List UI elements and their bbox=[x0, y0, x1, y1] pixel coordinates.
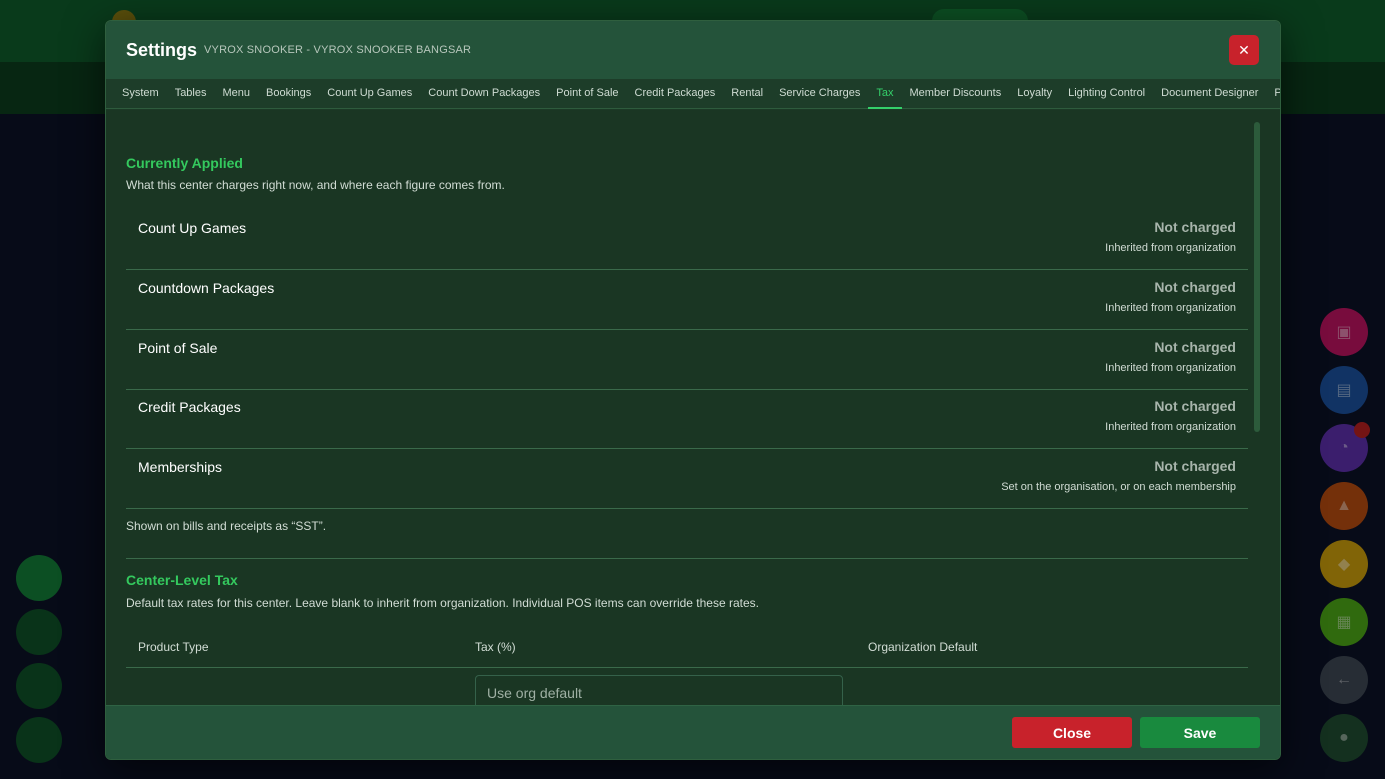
applied-row-value: Not charged bbox=[1154, 398, 1236, 414]
sst-note: Shown on bills and receipts as “SST”. bbox=[126, 519, 327, 533]
applied-row-label: Point of Sale bbox=[138, 340, 218, 356]
tab-point-of-sale[interactable]: Point of Sale bbox=[548, 79, 626, 109]
tab-system[interactable]: System bbox=[114, 79, 167, 109]
applied-row: Countdown Packages Not charged Inherited f… bbox=[126, 269, 1248, 330]
tab-lighting-control[interactable]: Lighting Control bbox=[1060, 79, 1153, 109]
tab-rental[interactable]: Rental bbox=[723, 79, 771, 109]
close-button[interactable]: Close bbox=[1012, 717, 1132, 748]
scrollbar-thumb[interactable] bbox=[1254, 122, 1260, 432]
applied-row-value: Not charged bbox=[1154, 339, 1236, 355]
tab-bookings[interactable]: Bookings bbox=[258, 79, 319, 109]
tab-document-designer[interactable]: Document Designer bbox=[1153, 79, 1266, 109]
applied-row: Memberships Not charged Set on the organis… bbox=[126, 448, 1248, 509]
applied-row: Credit Packages Not charged Inherited from… bbox=[126, 388, 1248, 449]
tab-count-up-games[interactable]: Count Up Games bbox=[319, 79, 420, 109]
tab-menu[interactable]: Menu bbox=[214, 79, 258, 109]
tab-printers[interactable]: Printers bbox=[1266, 79, 1280, 109]
applied-row: Count Up Games Not charged Inherited from … bbox=[126, 209, 1248, 270]
applied-row-value: Not charged bbox=[1154, 279, 1236, 295]
tab-loyalty[interactable]: Loyalty bbox=[1009, 79, 1060, 109]
modal-title: Settings bbox=[126, 40, 198, 60]
applied-row-label: Memberships bbox=[138, 459, 223, 475]
column-header-product-type: Product Type bbox=[138, 640, 209, 654]
modal-footer: Close Save bbox=[106, 705, 1280, 759]
applied-row-source: Set on the organisation, or on each memb… bbox=[1001, 481, 1236, 493]
applied-row-source: Inherited from organization bbox=[1105, 362, 1236, 374]
applied-row-source: Inherited from organization bbox=[1105, 302, 1236, 314]
tab-tables[interactable]: Tables bbox=[167, 79, 215, 109]
column-header-tax: Tax (%) bbox=[475, 640, 516, 654]
settings-modal: Settings VYROX SNOOKER - VYROX SNOOKER B… bbox=[105, 20, 1281, 760]
center-level-tax-description: Default tax rates for this center. Leave… bbox=[126, 596, 759, 610]
applied-row-label: Count Up Games bbox=[138, 220, 247, 236]
close-icon[interactable]: ✕ bbox=[1229, 35, 1259, 65]
applied-row-value: Not charged bbox=[1154, 458, 1236, 474]
section-divider bbox=[126, 558, 1248, 559]
tax-settings-panel: Currently Applied What this center charg… bbox=[106, 110, 1280, 705]
center-level-tax-title: Center-Level Tax bbox=[126, 572, 238, 588]
applied-row-value: Not charged bbox=[1154, 219, 1236, 235]
applied-row-source: Inherited from organization bbox=[1105, 242, 1236, 254]
tax-percent-input[interactable]: Use org default bbox=[475, 675, 843, 705]
tab-member-discounts[interactable]: Member Discounts bbox=[902, 79, 1010, 109]
applied-row-label: Credit Packages bbox=[138, 399, 241, 415]
currently-applied-title: Currently Applied bbox=[126, 155, 243, 171]
save-button[interactable]: Save bbox=[1140, 717, 1260, 748]
applied-row: Point of Sale Not charged Inherited from o… bbox=[126, 329, 1248, 390]
tab-service-charges[interactable]: Service Charges bbox=[771, 79, 868, 109]
currently-applied-description: What this center charges right now, and … bbox=[126, 178, 505, 192]
tab-tax[interactable]: Tax bbox=[868, 79, 902, 109]
table-header-divider bbox=[126, 667, 1248, 668]
applied-row-label: Countdown Packages bbox=[138, 280, 275, 296]
tab-credit-packages[interactable]: Credit Packages bbox=[627, 79, 724, 109]
modal-subtitle: VYROX SNOOKER - VYROX SNOOKER BANGSAR bbox=[204, 44, 472, 56]
applied-row-source: Inherited from organization bbox=[1105, 421, 1236, 433]
column-header-org-default: Organization Default bbox=[868, 640, 978, 654]
tab-count-down-packages[interactable]: Count Down Packages bbox=[420, 79, 548, 109]
modal-header: Settings VYROX SNOOKER - VYROX SNOOKER B… bbox=[106, 21, 1280, 80]
settings-tabs: System Tables Menu Bookings Count Up Games Co… bbox=[106, 79, 1280, 109]
